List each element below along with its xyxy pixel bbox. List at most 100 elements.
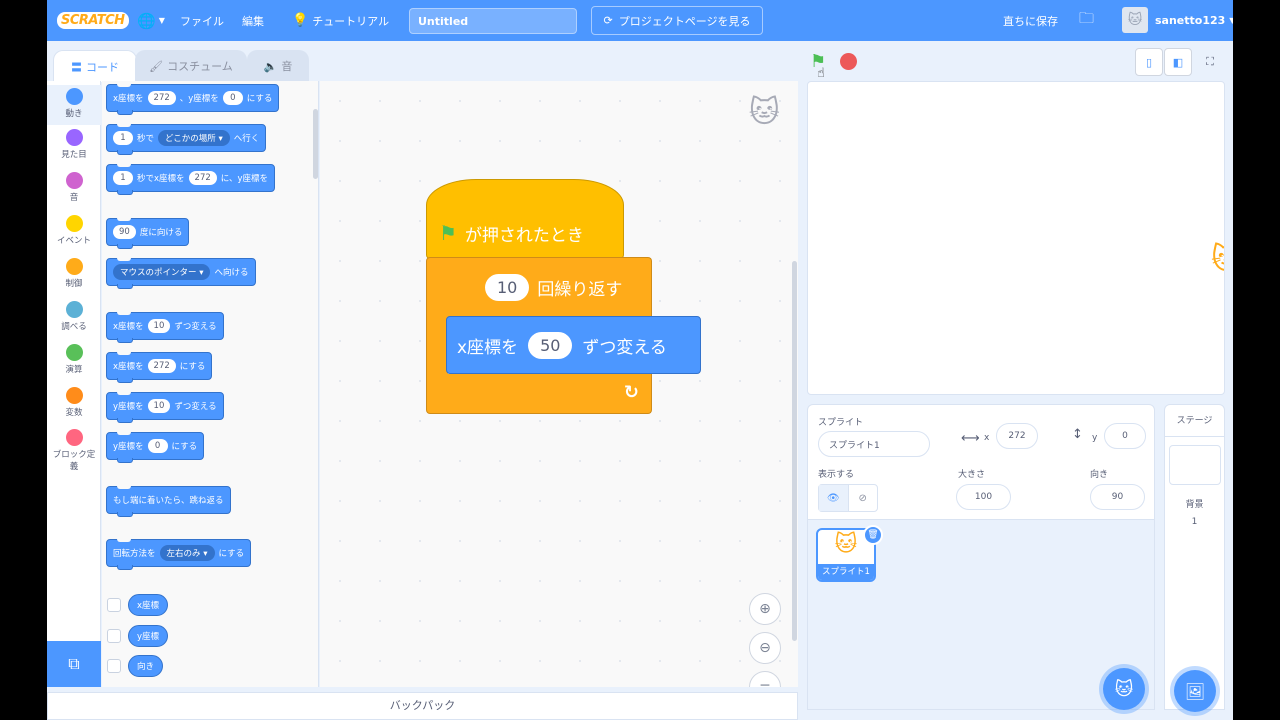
category-my-blocks[interactable]: ブロック定義 — [47, 429, 101, 472]
change-x-block[interactable]: x座標を 50 ずつ変える — [446, 316, 701, 374]
checkbox-x-position[interactable] — [107, 598, 121, 612]
eye-icon[interactable]: 👁 — [819, 485, 849, 511]
category-looks[interactable]: 見た目 — [47, 129, 101, 160]
checkbox-direction[interactable] — [107, 659, 121, 673]
tab-code[interactable]: 〓コード — [53, 50, 137, 82]
add-sprite-button[interactable]: 🐱 — [1103, 668, 1145, 710]
block-glide-to[interactable]: 1 秒で どこかの場所 ▾ へ行く — [106, 124, 267, 155]
x-label: x — [984, 433, 990, 443]
language-menu[interactable]: 🌐 ▼ — [137, 0, 165, 41]
large-stage-icon: ◧ — [1172, 55, 1184, 69]
category-motion[interactable]: 動き — [47, 85, 101, 125]
refresh-icon: ⟳ — [603, 14, 613, 27]
change-x-value-input[interactable]: 50 — [528, 331, 573, 359]
project-title-input[interactable]: Untitled — [409, 8, 577, 34]
tutorials-menu[interactable]: 💡 チュートリアル — [292, 0, 389, 41]
block-change-x[interactable]: x座標を 10 ずつ変える — [106, 312, 224, 343]
category-control[interactable]: 制御 — [47, 258, 101, 289]
tab-sounds[interactable]: 🔈 音 — [247, 50, 309, 81]
category-dot — [65, 215, 83, 232]
category-dot — [65, 429, 83, 446]
stage[interactable]: 🐱 — [807, 81, 1225, 395]
see-project-page-button[interactable]: ⟳ プロジェクトページを見る — [591, 6, 763, 35]
green-flag-icon: ⚑ — [439, 221, 457, 245]
stage-thumbnail[interactable] — [1169, 445, 1221, 485]
workspace-scrollbar[interactable] — [792, 261, 797, 641]
zoom-in-button[interactable]: ⊕ — [749, 593, 781, 625]
repeat-count-input[interactable]: 10 — [485, 274, 530, 301]
file-menu[interactable]: ファイル — [180, 0, 224, 41]
secs-input[interactable]: 1 — [113, 131, 133, 145]
direction-input[interactable]: 90 — [1090, 484, 1145, 510]
folder-icon[interactable]: 🗀 — [1079, 0, 1094, 41]
horizontal-arrows-icon: ⟷ — [961, 431, 980, 446]
category-sensing[interactable]: 調べる — [47, 301, 101, 332]
size-input[interactable]: 100 — [956, 484, 1011, 510]
size-label: 大きさ — [958, 470, 986, 480]
block-rotation-style[interactable]: 回転方法を 左右のみ ▾ にする — [106, 539, 252, 570]
reporter-y-position[interactable]: y座標 — [128, 625, 169, 647]
block-point-direction[interactable]: 90 度に向ける — [106, 218, 190, 249]
block-point-towards[interactable]: マウスのポインター ▾ へ向ける — [106, 258, 256, 289]
extension-icon: ⧉ — [68, 654, 80, 673]
block-change-y[interactable]: y座標を 10 ずつ変える — [106, 392, 224, 423]
block-set-y[interactable]: y座標を 0 にする — [106, 432, 205, 463]
stop-button[interactable] — [840, 53, 857, 70]
category-events[interactable]: イベント — [47, 215, 101, 246]
x-input[interactable]: 272 — [188, 171, 217, 185]
when-flag-clicked-block[interactable]: ⚑ が押されたとき — [426, 179, 624, 259]
category-sound[interactable]: 音 — [47, 172, 101, 203]
cat-sprite-icon[interactable]: 🐱 — [1211, 242, 1224, 277]
block-bounce[interactable]: もし端に着いたら、跳ね返る — [106, 486, 231, 517]
tab-costumes[interactable]: 🖌 コスチューム — [135, 50, 247, 81]
zoom-out-button[interactable]: ⊖ — [749, 632, 781, 664]
brush-icon: 🖌 — [149, 59, 164, 73]
y-position-input[interactable]: 0 — [1104, 423, 1146, 449]
repeat-block[interactable]: 10 回繰り返す — [426, 257, 652, 317]
zoom-reset-button[interactable]: = — [749, 671, 781, 687]
y-input[interactable]: 0 — [222, 91, 243, 105]
category-operators[interactable]: 演算 — [47, 344, 101, 375]
sprite-name-input[interactable]: スプライト1 — [818, 431, 930, 457]
add-extension-button[interactable]: ⧉ — [47, 641, 101, 687]
edit-menu[interactable]: 編集 — [242, 0, 264, 41]
y-label: y — [1092, 433, 1098, 443]
target-dropdown[interactable]: マウスのポインター ▾ — [113, 264, 211, 280]
degrees-input[interactable]: 90 — [113, 225, 136, 239]
repeat-block-end: ↻ — [426, 374, 652, 414]
value-input[interactable]: 0 — [147, 439, 168, 453]
scratch-logo[interactable]: SCRATCH — [57, 0, 129, 41]
block-set-x[interactable]: x座標を 272 にする — [106, 352, 213, 383]
reporter-x-position[interactable]: x座標 — [128, 594, 169, 616]
target-dropdown[interactable]: どこかの場所 ▾ — [158, 130, 230, 146]
checkbox-y-position[interactable] — [107, 629, 121, 643]
category-variables[interactable]: 変数 — [47, 387, 101, 418]
avatar[interactable]: 🐱 — [1122, 7, 1148, 33]
small-stage-button[interactable]: ▯ — [1135, 48, 1163, 76]
value-input[interactable]: 10 — [147, 399, 171, 413]
category-dot — [65, 88, 83, 105]
value-input[interactable]: 10 — [147, 319, 171, 333]
large-stage-button[interactable]: ◧ — [1164, 48, 1192, 76]
backpack-bar[interactable]: バックパック — [47, 692, 798, 720]
direction-label: 向き — [1090, 470, 1109, 480]
x-position-input[interactable]: 272 — [996, 423, 1038, 449]
rotation-dropdown[interactable]: 左右のみ ▾ — [159, 545, 215, 561]
fullscreen-button[interactable]: ⛶ — [1196, 48, 1224, 76]
script-workspace[interactable]: 🐱 ⚑ が押されたとき 10 回繰り返す ↻ x座標を 50 ずつ変える ⊕ ⊖… — [320, 81, 798, 687]
stage-selector[interactable]: ステージ 背景 1 🖼 — [1164, 404, 1225, 712]
eye-off-icon[interactable]: ⊘ — [849, 485, 878, 511]
palette-scrollbar[interactable] — [313, 109, 318, 179]
block-goto-xy[interactable]: x座標を 272 、y座標を 0 にする — [106, 84, 280, 115]
value-input[interactable]: 272 — [147, 359, 176, 373]
account-menu[interactable]: sanetto123 ▼ — [1155, 0, 1233, 41]
add-backdrop-button[interactable]: 🖼 — [1174, 670, 1216, 712]
delete-sprite-button[interactable]: 🗑 — [863, 525, 883, 545]
secs-input[interactable]: 1 — [113, 171, 133, 185]
reporter-direction[interactable]: 向き — [128, 655, 164, 677]
block-glide-xy[interactable]: 1 秒でx座標を 272 に、y座標を — [106, 164, 276, 195]
x-input[interactable]: 272 — [147, 91, 176, 105]
save-now-button[interactable]: 直ちに保存 — [1003, 0, 1058, 41]
speaker-icon: 🔈 — [263, 59, 278, 73]
loop-arrow-icon: ↻ — [623, 382, 639, 403]
